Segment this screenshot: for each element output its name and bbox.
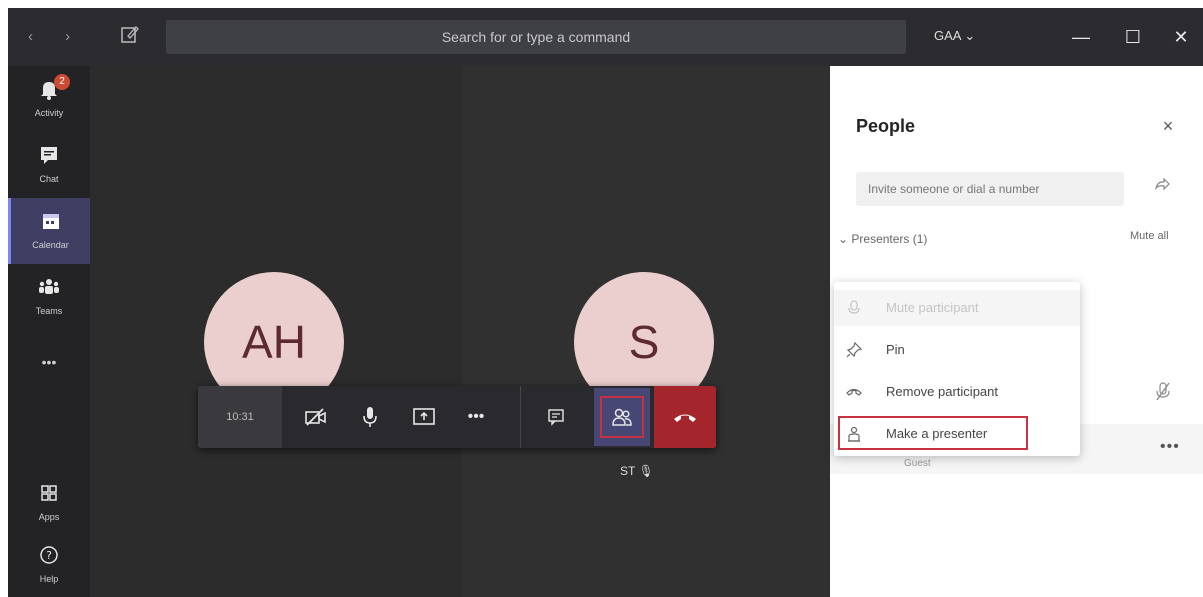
pin-icon [846,341,863,358]
appbar-label: Calendar [32,240,69,250]
highlight-box [600,396,644,438]
mute-all-button[interactable]: Mute all [1130,230,1169,242]
close-window-button[interactable]: ✕ [1166,22,1196,52]
camera-off-button[interactable] [294,386,338,448]
appbar-apps[interactable]: Apps [8,470,90,536]
maximize-button[interactable]: ☐ [1118,22,1148,52]
share-screen-icon [413,408,435,425]
call-controls: 10:31 ••• [198,386,716,448]
appbar-label: Activity [34,108,64,118]
share-invite-icon[interactable] [1154,177,1170,195]
calendar-icon [42,214,59,229]
hang-up-icon [674,414,696,422]
more-actions-button[interactable]: ••• [454,386,498,448]
menu-item-mute-participant: Mute participant [834,290,1080,326]
show-participants-button[interactable] [594,388,650,446]
compose-icon[interactable] [120,24,140,46]
appbar-teams[interactable]: Teams [8,264,90,330]
mic-button[interactable] [348,386,392,448]
menu-item-label: Pin [886,342,905,357]
help-icon: ? [40,546,58,564]
presenters-label: Presenters (1) [851,232,928,246]
appbar-label: Chat [39,174,59,184]
apps-icon [41,485,57,501]
appbar-label: Teams [35,306,63,316]
title-bar: ‹ › Search for or type a command GAA ⌄ —… [8,8,1203,66]
search-input[interactable]: Search for or type a command [166,20,906,54]
teams-icon [39,279,59,294]
menu-item-label: Mute participant [886,300,979,315]
minimize-button[interactable]: — [1066,22,1096,52]
appbar-label: Apps [38,512,60,522]
menu-item-label: Remove participant [886,384,998,399]
chat-button[interactable] [534,386,578,448]
close-panel-button[interactable]: × [1158,116,1178,136]
appbar-more[interactable]: ••• [8,330,90,396]
appbar-activity[interactable]: 2 Activity [8,66,90,132]
appbar-help[interactable]: ? Help [8,532,90,597]
mic-icon [846,300,862,316]
camera-off-icon [305,408,326,426]
chat-icon [548,409,564,426]
divider [520,386,521,448]
activity-badge: 2 [54,74,70,90]
meeting-stage: AH S ST 🎙 10:31 ••• [90,66,830,597]
participant-more-button[interactable]: ••• [1160,438,1180,456]
presenters-section-header[interactable]: ⌄ Presenters (1) [838,232,927,246]
share-screen-button[interactable] [402,386,446,448]
more-icon: ••• [41,354,57,370]
chevron-down-icon: ⌄ [838,232,852,246]
mic-muted-icon [1156,382,1170,407]
menu-item-pin[interactable]: Pin [834,332,1080,368]
app-bar: 2 Activity Chat Calendar Teams ••• Apps … [8,66,90,597]
appbar-calendar[interactable]: Calendar [8,198,90,264]
participant-tile-right: S ST 🎙 [462,66,830,597]
appbar-chat[interactable]: Chat [8,132,90,198]
invite-input[interactable]: Invite someone or dial a number [856,172,1124,206]
participant-tile-left: AH [90,66,462,597]
panel-title: People [856,116,916,136]
hang-up-button[interactable] [654,386,716,448]
participant-name: Guest [904,458,931,469]
nav-arrows[interactable]: ‹ › [28,28,84,45]
menu-item-remove-participant[interactable]: Remove participant [834,374,1080,410]
chat-icon [41,147,57,164]
participant-caption: ST 🎙 [620,464,654,478]
remove-icon [846,384,862,400]
call-timer: 10:31 [198,386,282,448]
tenant-switcher[interactable]: GAA ⌄ [934,28,975,44]
svg-text:?: ? [46,549,52,562]
appbar-label: Help [39,574,59,584]
mic-icon [363,407,377,427]
highlight-box [838,416,1028,450]
